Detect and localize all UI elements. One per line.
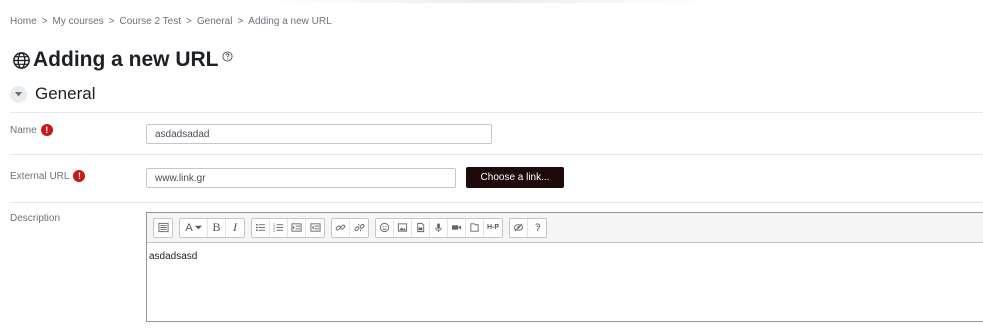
breadcrumb-home[interactable]: Home (10, 16, 37, 27)
choose-link-button[interactable]: Choose a link... (466, 167, 564, 188)
editor-toolbar: A B I 123 H-P (147, 213, 983, 243)
name-input[interactable]: asdadsadad (146, 124, 492, 144)
divider (10, 202, 983, 203)
breadcrumb-separator: > (108, 16, 115, 27)
breadcrumb-current: Adding a new URL (248, 16, 332, 27)
globe-icon (13, 51, 30, 69)
ordered-list-icon[interactable]: 123 (270, 218, 288, 237)
emoji-icon[interactable] (376, 218, 394, 237)
divider (10, 112, 983, 113)
description-editor[interactable]: A B I 123 H-P asdadsasd (146, 212, 983, 322)
top-shadow (260, 0, 720, 3)
page-title-row: Adding a new URL (12, 48, 233, 72)
manage-files-icon[interactable] (466, 218, 484, 237)
svg-text:3: 3 (273, 229, 275, 233)
indent-icon[interactable] (288, 218, 306, 237)
link-icon[interactable] (332, 218, 350, 237)
unordered-list-icon[interactable] (252, 218, 270, 237)
breadcrumb: Home > My courses > Course 2 Test > Gene… (10, 16, 332, 27)
media-icon[interactable] (412, 218, 430, 237)
section-title: General (35, 84, 96, 103)
h5p-icon[interactable]: H-P (484, 219, 502, 237)
screen-reader-helper-icon[interactable] (528, 219, 546, 237)
font-style-dropdown[interactable]: A (180, 218, 208, 237)
page-title: Adding a new URL (33, 48, 219, 71)
italic-button[interactable]: I (226, 219, 244, 237)
chevron-down-icon[interactable] (10, 85, 27, 103)
breadcrumb-my-courses[interactable]: My courses (53, 16, 104, 27)
section-header-general[interactable]: General (10, 84, 95, 104)
toolbar-toggle-icon[interactable] (154, 219, 172, 237)
required-icon: ! (40, 124, 53, 136)
description-label: Description (10, 213, 61, 224)
video-camera-icon[interactable] (448, 218, 466, 237)
unlink-icon[interactable] (350, 219, 368, 237)
breadcrumb-separator: > (186, 16, 192, 27)
breadcrumb-section[interactable]: General (197, 16, 233, 27)
divider (10, 154, 983, 155)
breadcrumb-separator: > (41, 16, 48, 27)
breadcrumb-separator: > (237, 16, 244, 27)
url-input[interactable]: www.link.gr (146, 168, 456, 188)
help-icon[interactable] (221, 50, 233, 62)
microphone-icon[interactable] (430, 218, 448, 237)
accessibility-checker-icon[interactable] (510, 218, 528, 237)
required-icon: ! (73, 170, 86, 182)
editor-content[interactable]: asdadsasd (147, 243, 983, 270)
url-label: External URL! (10, 170, 86, 182)
name-label: Name! (10, 124, 53, 136)
breadcrumb-course[interactable]: Course 2 Test (120, 16, 182, 27)
bold-button[interactable]: B (208, 218, 226, 237)
image-icon[interactable] (394, 218, 412, 237)
outdent-icon[interactable] (306, 219, 324, 237)
